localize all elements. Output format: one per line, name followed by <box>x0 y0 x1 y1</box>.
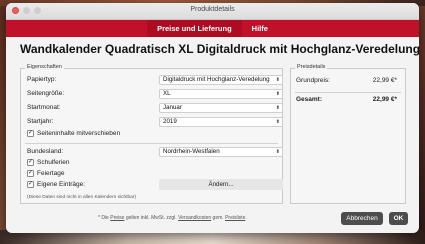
price-section-label: Preisdetails <box>295 64 328 70</box>
tab-bar: Preise und Lieferung Hilfe <box>6 20 419 37</box>
eintraege-label: Eigene Einträge: <box>37 181 86 188</box>
tab-preise-und-lieferung[interactable]: Preise und Lieferung <box>147 20 242 37</box>
preisliste-link[interactable]: Preisliste <box>225 215 245 221</box>
tab-hilfe[interactable]: Hilfe <box>242 20 278 37</box>
ok-button[interactable]: OK <box>389 212 408 225</box>
footnote-text: gelten inkl. MwSt. zzgl. <box>125 215 177 221</box>
window-title: Produktdetails <box>190 6 235 13</box>
startmonat-value: Januar <box>163 104 182 111</box>
footnote-text: gem. <box>212 215 224 221</box>
aendern-button[interactable]: Ändern... <box>159 179 283 190</box>
startmonat-label: Startmonat: <box>27 104 61 111</box>
feiertage-label: Feiertage <box>37 170 65 177</box>
mitverschieben-checkbox[interactable]: ✓ Seiteninhalte mitverschieben <box>27 130 120 137</box>
startmonat-select[interactable]: Januar ⬍ <box>159 103 283 113</box>
divider <box>25 143 278 144</box>
startjahr-value: 2019 <box>163 118 177 125</box>
footnote-text: * Die <box>98 215 109 221</box>
schulferien-checkbox[interactable]: ✓ Schulferien <box>27 159 70 166</box>
divider <box>295 92 401 93</box>
price-panel: Preisdetails Grundpreis: 22,99 €* Gesamt… <box>290 64 406 204</box>
select-arrows-icon: ⬍ <box>275 119 280 125</box>
select-arrows-icon: ⬍ <box>275 77 280 83</box>
visibility-note: (Diese Daten sind nicht in allen Kalende… <box>27 195 137 200</box>
preise-link[interactable]: Preise <box>110 215 124 221</box>
groesse-select[interactable]: XL ⬍ <box>159 89 283 99</box>
startjahr-label: Startjahr: <box>27 118 54 125</box>
select-arrows-icon: ⬍ <box>275 149 280 155</box>
checkmark-icon: ✓ <box>27 181 34 188</box>
eintraege-checkbox[interactable]: ✓ Eigene Einträge: <box>27 181 85 188</box>
gesamt-value: 22,99 €* <box>372 96 397 103</box>
papier-select[interactable]: Digitaldruck mit Hochglanz-Veredelung ⬍ <box>159 75 283 85</box>
select-arrows-icon: ⬍ <box>275 91 280 97</box>
checkmark-icon: ✓ <box>27 130 34 137</box>
cancel-button[interactable]: Abbrechen <box>341 212 383 225</box>
bundesland-select[interactable]: Nordrhein-Westfalen ⬍ <box>159 147 283 157</box>
papier-value: Digitaldruck mit Hochglanz-Veredelung <box>163 76 270 83</box>
product-details-dialog: Produktdetails Preise und Lieferung Hilf… <box>6 3 419 233</box>
gesamt-label: Gesamt: <box>296 96 323 103</box>
grundpreis-row: Grundpreis: 22,99 €* <box>296 77 397 84</box>
select-arrows-icon: ⬍ <box>275 105 280 111</box>
footnote-text: . <box>245 215 247 221</box>
feiertage-checkbox[interactable]: ✓ Feiertage <box>27 170 64 177</box>
price-footnote: * Die Preise gelten inkl. MwSt. zzgl. Ve… <box>98 215 247 221</box>
bundesland-value: Nordrhein-Westfalen <box>163 148 220 155</box>
startjahr-select[interactable]: 2019 ⬍ <box>159 117 283 127</box>
grundpreis-label: Grundpreis: <box>296 77 330 84</box>
versandkosten-link[interactable]: Versandkosten <box>178 215 211 221</box>
groesse-value: XL <box>163 90 171 97</box>
gesamt-row: Gesamt: 22,99 €* <box>296 96 397 103</box>
properties-panel: Eigenschaften Papiertyp: Digitaldruck mi… <box>20 64 283 204</box>
checkmark-icon: ✓ <box>27 170 34 177</box>
papier-label: Papiertyp: <box>27 76 57 83</box>
mitverschieben-label: Seiteninhalte mitverschieben <box>37 130 121 137</box>
properties-section-label: Eigenschaften <box>25 64 64 70</box>
title-bar: Produktdetails <box>6 3 419 20</box>
product-heading: Wandkalender Quadratisch XL Digitaldruck… <box>20 42 419 56</box>
bundesland-label: Bundesland: <box>27 148 64 155</box>
grundpreis-value: 22,99 €* <box>372 77 397 84</box>
checkmark-icon: ✓ <box>27 159 34 166</box>
schulferien-label: Schulferien <box>37 159 70 166</box>
groesse-label: Seitengröße: <box>27 90 65 97</box>
